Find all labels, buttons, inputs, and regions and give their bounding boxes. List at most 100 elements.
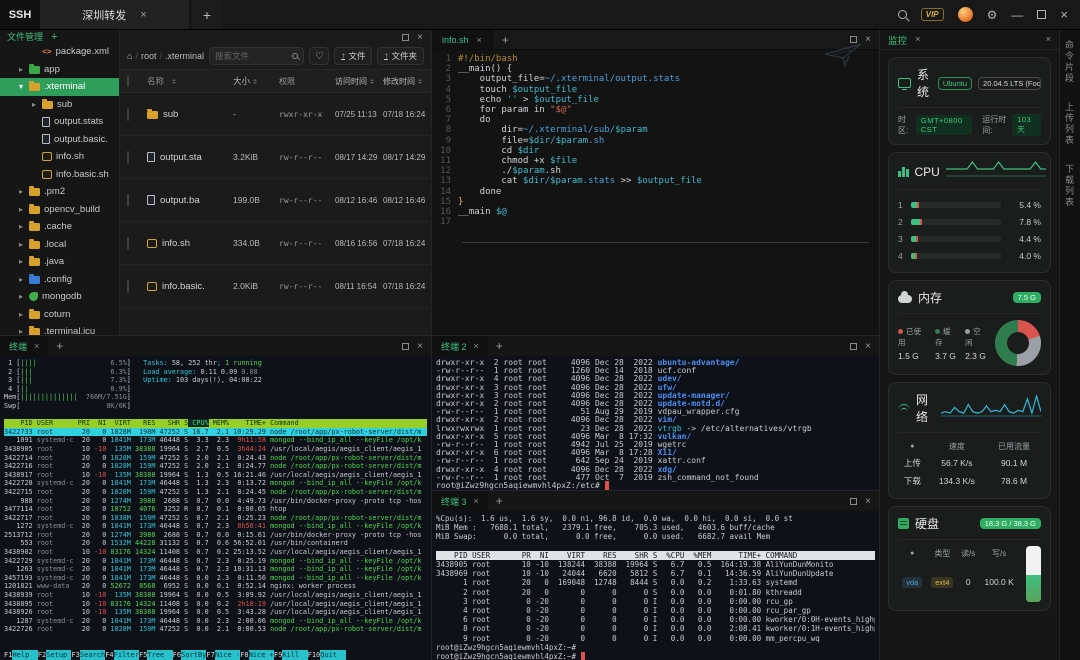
terminal-close-icon[interactable]: × [865, 496, 871, 506]
tree-item-.java[interactable]: ▸ .java [0, 253, 119, 271]
editor-body[interactable]: 1 2 3 4 5 6 7 8 9 10 11 12 13 14 15 16 17 #!/bin/bash __m… [432, 50, 879, 335]
new-terminal-button[interactable]: + [488, 494, 511, 508]
terminal-3-tab[interactable]: 终端 3 × [432, 491, 488, 511]
tree-item-.xterminal[interactable]: ▾ .xterminal [0, 78, 119, 96]
filepanel-close-icon[interactable]: × [417, 33, 423, 43]
session-tab-close-icon[interactable]: × [140, 9, 146, 21]
tree-item-.local[interactable]: ▸ .local [0, 236, 119, 254]
terminal-1-tab[interactable]: 终端 × [0, 336, 49, 356]
file-search-box[interactable] [209, 47, 305, 65]
tree-item-package.xml[interactable]: <> package.xml [0, 43, 119, 61]
tree-item-info.sh[interactable]: info.sh [0, 148, 119, 166]
tree-item-output.stats[interactable]: output.stats [0, 113, 119, 131]
new-session-tab-button[interactable]: + [192, 0, 222, 29]
tree-item-label: .xterminal [44, 81, 86, 93]
terminal-1-screen[interactable]: 1 [|||| 6.5%] Tasks: 58, 252 thr; 1 runn… [0, 356, 431, 660]
column-atime[interactable]: 访问时间 [335, 76, 383, 87]
side-tab-上传列表[interactable]: 上传列表 [1063, 98, 1076, 150]
file-search-input[interactable] [215, 51, 293, 61]
breadcrumb-root[interactable]: root [141, 51, 157, 61]
tree-item-output.basic.[interactable]: output.basic. [0, 131, 119, 149]
minimize-button[interactable]: — [1011, 8, 1023, 22]
chevron-right-icon[interactable]: ▸ [17, 257, 25, 266]
editor-tab-info-sh[interactable]: info.sh × [432, 30, 493, 49]
chevron-right-icon[interactable]: ▸ [17, 205, 25, 214]
terminal-2-tab[interactable]: 终端 2 × [432, 336, 488, 356]
column-mtime[interactable]: 修改时间 [383, 76, 431, 87]
maximize-button[interactable] [1037, 10, 1047, 19]
terminal-maximize-icon[interactable] [850, 497, 858, 505]
editor-close-icon[interactable]: × [865, 35, 871, 45]
monitor-tab-label[interactable]: 监控 [888, 33, 907, 47]
file-row-sub[interactable]: sub - rwxr-xr-x 07/25 11:13 07/18 16:24 [120, 93, 431, 136]
terminal-tab-close-icon[interactable]: × [474, 341, 479, 351]
file-row-info.sh[interactable]: info.sh 334.0B rw-r--r-- 08/16 16:56 07/18 1… [120, 222, 431, 265]
side-tab-下载列表[interactable]: 下载列表 [1063, 160, 1076, 212]
monitor-tab-close-icon[interactable]: × [915, 34, 921, 45]
tree-item-.pm2[interactable]: ▸ .pm2 [0, 183, 119, 201]
upload-folder-button[interactable]: ↑ 文件夹 [377, 47, 424, 65]
new-terminal-button[interactable]: + [488, 339, 511, 353]
tree-item-opencv_build[interactable]: ▸ opencv_build [0, 201, 119, 219]
terminal-2-screen[interactable]: drwxr-xr-x 2 root root 4096 Dec 28 2022 … [432, 356, 879, 490]
row-checkbox[interactable] [127, 236, 129, 250]
chevron-right-icon[interactable]: ▸ [17, 310, 25, 319]
terminal-tab-close-icon[interactable]: × [34, 341, 39, 351]
chevron-right-icon[interactable]: ▸ [17, 222, 25, 231]
breadcrumb[interactable]: ⌂ / root / .xterminal [127, 51, 204, 61]
column-size[interactable]: 大小 [233, 75, 279, 87]
editor-tab-close-icon[interactable]: × [477, 35, 482, 45]
row-checkbox[interactable] [127, 279, 129, 293]
row-checkbox[interactable] [127, 193, 129, 207]
chevron-right-icon[interactable]: ▸ [30, 100, 38, 109]
tree-item-info.basic.sh[interactable]: info.basic.sh [0, 166, 119, 184]
chevron-right-icon[interactable]: ▸ [17, 275, 25, 284]
column-name[interactable]: 名称 [147, 75, 233, 87]
file-row-output.ba[interactable]: output.ba 199.0B rw-r--r-- 08/12 16:46 08/12… [120, 179, 431, 222]
tree-item-.config[interactable]: ▸ .config [0, 271, 119, 289]
chevron-right-icon[interactable]: ▸ [17, 292, 25, 301]
tree-item-.terminal.icu[interactable]: ▸ .terminal.icu [0, 323, 119, 335]
chevron-right-icon[interactable]: ▸ [17, 187, 25, 196]
editor-new-tab-button[interactable]: + [493, 33, 518, 47]
search-icon[interactable] [897, 10, 907, 19]
htop-function-keys[interactable]: F1 Help F2 Setup F3 Search F4 Filter F5 Tree F6… [4, 650, 427, 660]
monitor-panel-close-icon[interactable]: × [1045, 34, 1051, 45]
gear-icon[interactable]: ⚙ [987, 9, 998, 21]
session-tab[interactable]: 深圳转发 × [40, 0, 190, 29]
editor-code[interactable]: #!/bin/bash __main() { output_file=~/.xte… [458, 54, 879, 335]
row-checkbox[interactable] [127, 150, 129, 164]
side-tab-命令片段[interactable]: 命令片段 [1063, 36, 1076, 88]
column-perm[interactable]: 权限 [279, 76, 335, 87]
terminal-maximize-icon[interactable] [402, 342, 410, 350]
home-icon[interactable]: ⌂ [127, 51, 132, 61]
chevron-right-icon[interactable]: ▸ [17, 240, 25, 249]
terminal-tab-close-icon[interactable]: × [474, 496, 479, 506]
tree-item-app[interactable]: ▸ app [0, 61, 119, 79]
file-row-output.sta[interactable]: output.sta 3.2KiB rw-r--r-- 08/17 14:29 08/1… [120, 136, 431, 179]
tree-item-mongodb[interactable]: ▸ mongodb [0, 288, 119, 306]
terminal-close-icon[interactable]: × [865, 341, 871, 351]
terminal-3-screen[interactable]: %Cpu(s): 1.6 us, 1.6 sy, 0.0 ni, 96.8 id… [432, 511, 879, 660]
breadcrumb-dir[interactable]: .xterminal [165, 51, 204, 61]
vip-badge[interactable]: VIP [920, 8, 944, 21]
file-manager-add-icon[interactable]: + [51, 31, 57, 43]
tree-item-coturn[interactable]: ▸ coturn [0, 306, 119, 324]
filepanel-maximize-icon[interactable] [402, 34, 410, 41]
tree-item-sub[interactable]: ▸ sub [0, 96, 119, 114]
terminal-close-icon[interactable]: × [417, 341, 423, 351]
chevron-right-icon[interactable]: ▸ [17, 65, 25, 74]
favorite-button[interactable]: ♡ [309, 47, 330, 65]
tree-item-.cache[interactable]: ▸ .cache [0, 218, 119, 236]
upload-file-button[interactable]: ↑ 文件 [334, 47, 373, 65]
close-button[interactable]: × [1060, 7, 1068, 22]
select-all-checkbox[interactable] [127, 75, 129, 87]
new-terminal-button[interactable]: + [48, 339, 71, 353]
terminal-maximize-icon[interactable] [850, 342, 858, 350]
app-menu-ssh[interactable]: SSH [0, 0, 40, 29]
chevron-right-icon[interactable]: ▸ [17, 327, 25, 335]
chevron-down-icon[interactable]: ▾ [17, 82, 25, 91]
file-row-info.basic.[interactable]: info.basic. 2.0KiB rw-r--r-- 08/11 16:54 07/… [120, 265, 431, 308]
avatar[interactable] [957, 7, 973, 22]
row-checkbox[interactable] [127, 107, 129, 121]
